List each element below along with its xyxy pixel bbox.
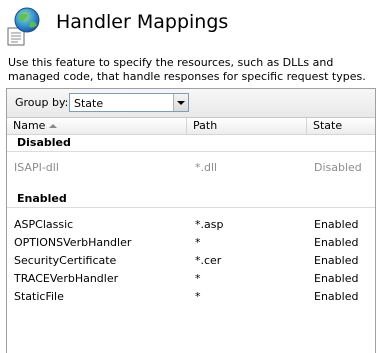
row-path: * bbox=[195, 236, 201, 249]
handler-list-panel: Group by: State Name Path State Disabled… bbox=[6, 88, 376, 353]
row-name: ASPClassic bbox=[14, 218, 74, 231]
row-state: Enabled bbox=[314, 290, 359, 303]
table-row[interactable]: StaticFile * Enabled bbox=[7, 288, 375, 306]
row-state: Enabled bbox=[314, 272, 359, 285]
column-header-path[interactable]: Path bbox=[187, 118, 307, 134]
group-header-enabled[interactable]: Enabled bbox=[17, 192, 67, 205]
page-title: Handler Mappings bbox=[56, 11, 229, 33]
page-description: Use this feature to specify the resource… bbox=[8, 56, 366, 83]
group-by-label: Group by: bbox=[15, 96, 69, 109]
column-header-state[interactable]: State bbox=[307, 118, 375, 134]
column-header-row: Name Path State bbox=[7, 118, 375, 135]
row-state: Enabled bbox=[314, 236, 359, 249]
row-path: *.cer bbox=[195, 254, 222, 267]
table-row[interactable]: SecurityCertificate *.cer Enabled bbox=[7, 252, 375, 270]
globe-document-icon bbox=[7, 7, 40, 46]
group-divider bbox=[7, 151, 375, 152]
chevron-down-icon[interactable] bbox=[173, 94, 188, 111]
table-row[interactable]: ISAPI-dll *.dll Disabled bbox=[7, 159, 375, 177]
table-row[interactable]: ASPClassic *.asp Enabled bbox=[7, 216, 375, 234]
group-by-dropdown[interactable]: State bbox=[69, 93, 189, 112]
row-name: ISAPI-dll bbox=[14, 161, 59, 174]
column-header-name[interactable]: Name bbox=[7, 118, 187, 134]
sort-ascending-icon bbox=[49, 124, 57, 128]
column-header-path-label: Path bbox=[193, 119, 218, 132]
row-path: * bbox=[195, 290, 201, 303]
group-by-value: State bbox=[74, 97, 104, 110]
table-row[interactable]: TRACEVerbHandler * Enabled bbox=[7, 270, 375, 288]
row-path: *.dll bbox=[195, 161, 218, 174]
row-state: Enabled bbox=[314, 218, 359, 231]
group-by-toolbar: Group by: State bbox=[7, 89, 375, 118]
column-header-name-label: Name bbox=[13, 119, 46, 132]
row-path: *.asp bbox=[195, 218, 224, 231]
group-divider bbox=[7, 207, 375, 208]
group-header-disabled[interactable]: Disabled bbox=[17, 136, 71, 149]
row-path: * bbox=[195, 272, 201, 285]
row-state: Enabled bbox=[314, 254, 359, 267]
row-name: StaticFile bbox=[14, 290, 64, 303]
row-name: OPTIONSVerbHandler bbox=[14, 236, 132, 249]
table-row[interactable]: OPTIONSVerbHandler * Enabled bbox=[7, 234, 375, 252]
row-name: TRACEVerbHandler bbox=[14, 272, 119, 285]
row-name: SecurityCertificate bbox=[14, 254, 117, 267]
row-state: Disabled bbox=[314, 161, 362, 174]
column-header-state-label: State bbox=[313, 119, 343, 132]
page-header: Handler Mappings bbox=[0, 0, 380, 52]
